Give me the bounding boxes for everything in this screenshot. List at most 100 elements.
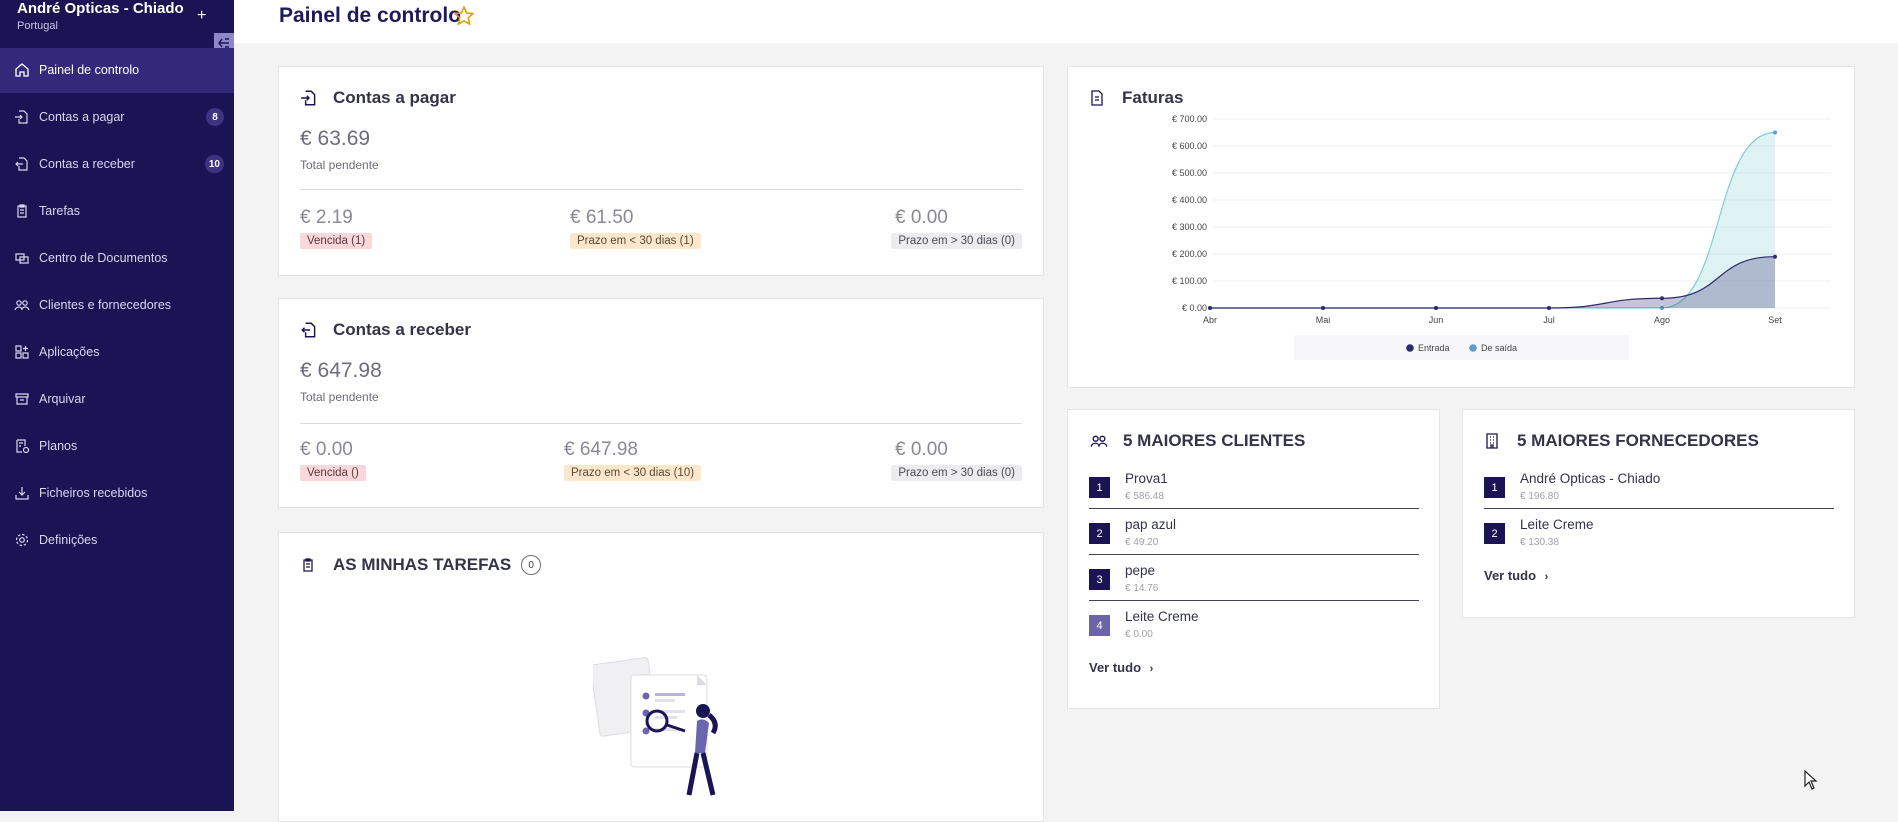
x-tick-label: Jul (1543, 315, 1555, 325)
row-divider (1484, 508, 1834, 509)
tasks-card: AS MINHAS TAREFAS 0 (278, 532, 1044, 822)
legend-box (1294, 335, 1629, 360)
client-value: € 586.48 (1125, 491, 1164, 502)
building-icon (1486, 433, 1498, 449)
due-soon-tag[interactable]: Prazo em < 30 dias (10) (564, 465, 702, 481)
empty-tasks-illustration (593, 657, 718, 796)
y-tick-label: € 100.00 (1172, 276, 1207, 286)
sidebar-item-documentos[interactable]: Centro de Documentos (0, 238, 234, 278)
card-title: Contas a receber (333, 320, 471, 339)
add-organization-button[interactable]: + (197, 7, 206, 25)
sidebar-item-aplicacoes[interactable]: Aplicações (0, 332, 234, 372)
apps-icon (15, 345, 29, 359)
rank-number: 2 (1089, 523, 1110, 544)
y-tick-label: € 300.00 (1172, 222, 1207, 232)
sidebar-item-label: Planos (39, 439, 78, 453)
list-item[interactable]: 1 André Opticas - Chiado € 196.80 (1484, 470, 1834, 514)
due-soon-tag[interactable]: Prazo em < 30 dias (1) (570, 233, 701, 249)
data-point[interactable] (1660, 296, 1664, 301)
users-icon (1090, 435, 1108, 447)
sidebar-item-label: Tarefas (39, 204, 80, 218)
overdue-tag[interactable]: Vencida (1) (300, 233, 373, 249)
download-icon (15, 487, 29, 500)
list-item[interactable]: 1 Prova1 € 586.48 (1089, 470, 1419, 514)
favorite-star-icon[interactable] (453, 5, 475, 27)
supplier-name: Leite Creme (1520, 517, 1594, 532)
sidebar-item-contas-pagar[interactable]: Contas a pagar 8 (0, 97, 234, 137)
file-import-icon (301, 90, 316, 106)
due-later-tag[interactable]: Prazo em > 30 dias (0) (891, 465, 1022, 481)
file-import-icon (15, 110, 28, 124)
client-name: Leite Creme (1125, 609, 1199, 624)
sidebar-item-arquivar[interactable]: Arquivar (0, 379, 234, 419)
x-tick-label: Set (1768, 315, 1782, 325)
series-area (1210, 256, 1775, 308)
sidebar-item-label: Aplicações (39, 345, 100, 359)
sidebar-item-planos[interactable]: Planos (0, 426, 234, 466)
data-point[interactable] (1321, 306, 1325, 310)
page-title: Painel de controlo (279, 4, 462, 27)
top-suppliers-card: 5 MAIORES FORNECEDORES 1 André Opticas -… (1462, 409, 1855, 618)
sidebar-item-painel[interactable]: Painel de controlo (0, 50, 234, 90)
client-value: € 0.00 (1125, 629, 1153, 640)
legend-label[interactable]: Entrada (1418, 343, 1450, 353)
legend-marker (1469, 344, 1477, 352)
overdue-tag[interactable]: Vencida () (300, 465, 366, 481)
file-export-icon (301, 322, 316, 338)
due-later-tag[interactable]: Prazo em > 30 dias (0) (891, 233, 1022, 249)
row-divider (1089, 554, 1419, 555)
data-point[interactable] (1208, 306, 1212, 310)
supplier-value: € 130.38 (1520, 537, 1559, 548)
list-item[interactable]: 2 pap azul € 49.20 (1089, 516, 1419, 560)
x-tick-label: Abr (1203, 315, 1217, 325)
sidebar-item-label: Ficheiros recebidos (39, 486, 148, 500)
list-item[interactable]: 4 Leite Creme € 0.00 (1089, 608, 1419, 652)
rank-number: 2 (1484, 523, 1505, 544)
y-tick-label: € 700.00 (1172, 114, 1207, 124)
clipboard-icon (303, 558, 313, 572)
total-label: Total pendente (300, 390, 379, 404)
list-item[interactable]: 2 Leite Creme € 130.38 (1484, 516, 1834, 560)
x-tick-label: Mai (1316, 315, 1331, 325)
data-point[interactable] (1434, 306, 1438, 310)
file-export-icon (15, 157, 28, 171)
y-tick-label: € 0.00 (1182, 303, 1207, 313)
sidebar-item-label: Arquivar (39, 392, 86, 406)
data-point[interactable] (1773, 130, 1777, 135)
organization-header[interactable]: André Opticas - Chiado Portugal (17, 0, 184, 32)
data-point[interactable] (1773, 254, 1777, 259)
view-all-label: Ver tudo (1484, 568, 1537, 583)
legend-label[interactable]: De saída (1481, 343, 1517, 353)
view-all-clients-link[interactable]: Ver tudo › (1089, 660, 1153, 675)
data-point[interactable] (1547, 306, 1551, 310)
sidebar-item-badge: 8 (206, 108, 224, 126)
sidebar-item-clientes[interactable]: Clientes e fornecedores (0, 285, 234, 325)
home-icon (15, 63, 29, 77)
collapse-icon (218, 38, 229, 48)
view-all-suppliers-link[interactable]: Ver tudo › (1484, 568, 1548, 583)
sidebar-item-definicoes[interactable]: Definições (0, 520, 234, 560)
row-divider (1089, 600, 1419, 601)
sidebar-item-label: Clientes e fornecedores (39, 298, 172, 312)
total-amount: € 63.69 (300, 127, 371, 150)
plans-icon (16, 439, 30, 454)
legend-marker (1406, 344, 1414, 352)
sidebar-item-tarefas[interactable]: Tarefas (0, 191, 234, 231)
documents-icon (15, 253, 29, 264)
view-all-label: Ver tudo (1089, 660, 1142, 675)
series-line (1210, 131, 1776, 309)
organization-country: Portugal (17, 20, 58, 32)
gear-icon (15, 533, 29, 547)
client-name: pepe (1125, 563, 1156, 578)
y-tick-label: € 200.00 (1172, 249, 1207, 259)
due-later-amount: € 0.00 (895, 439, 948, 460)
sidebar-item-label: Painel de controlo (39, 63, 140, 77)
client-name: pap azul (1125, 517, 1177, 532)
overdue-amount: € 0.00 (300, 439, 353, 460)
sidebar-item-ficheiros[interactable]: Ficheiros recebidos (0, 473, 234, 513)
sidebar-item-contas-receber[interactable]: Contas a receber 10 (0, 144, 234, 184)
archive-icon (15, 393, 29, 405)
sidebar-item-label: Centro de Documentos (39, 251, 168, 265)
total-label: Total pendente (300, 158, 379, 172)
list-item[interactable]: 3 pepe € 14.76 (1089, 562, 1419, 606)
